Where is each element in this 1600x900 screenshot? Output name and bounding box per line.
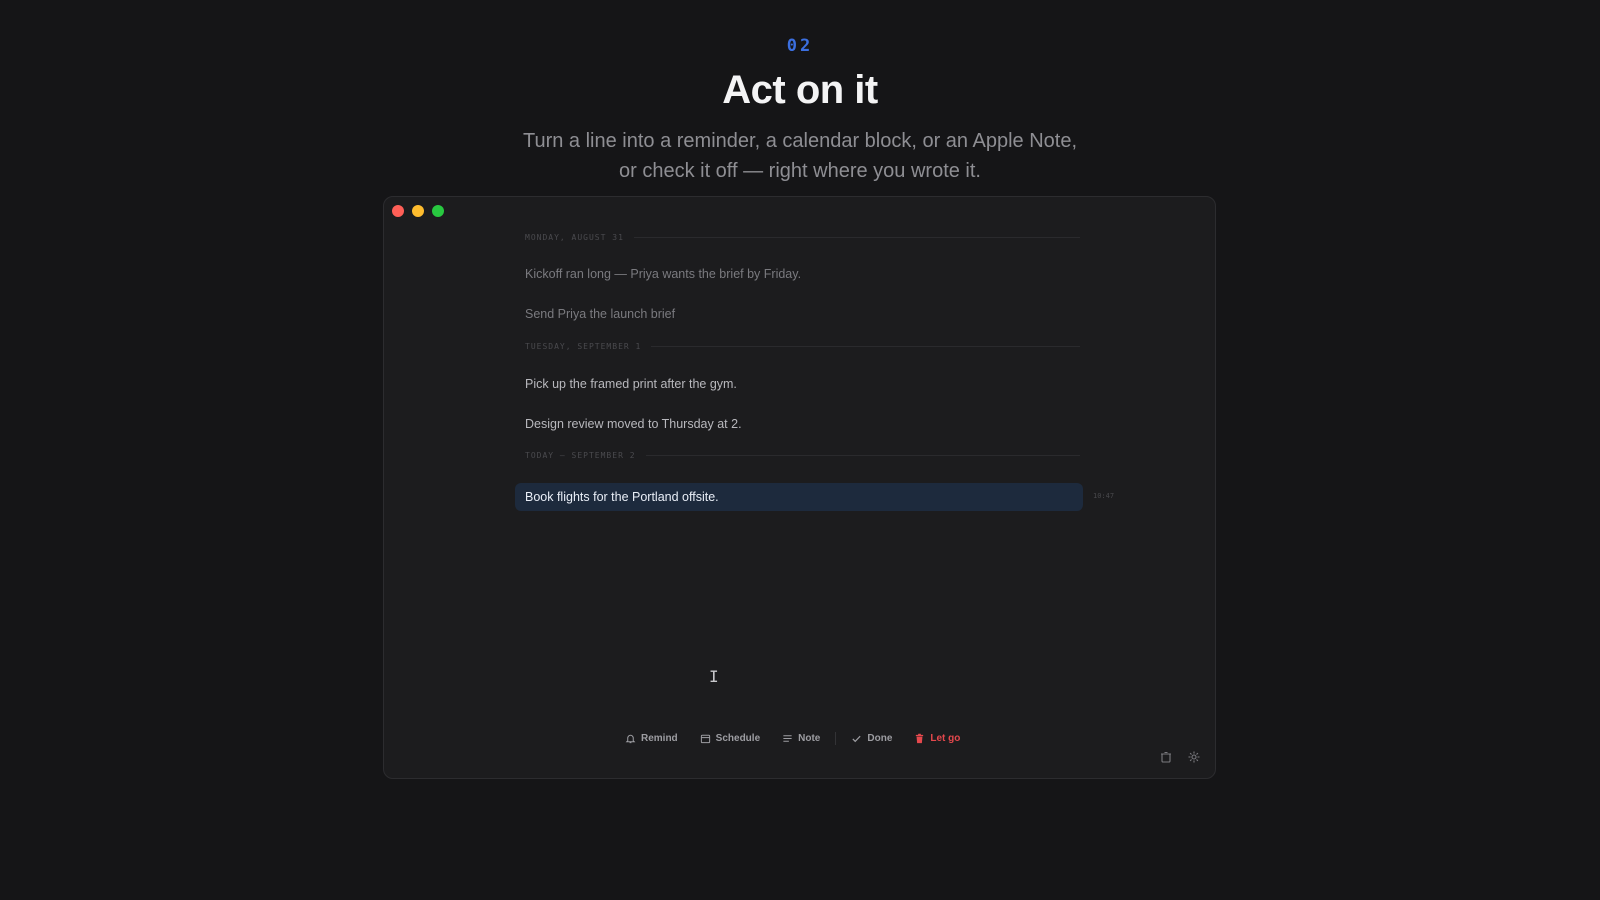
note-label: Note (798, 732, 821, 744)
subtitle-line-1: Turn a line into a reminder, a calendar … (522, 130, 1078, 152)
step-number: 02 (786, 36, 814, 56)
day-header-monday: MONDAY, AUGUST 31 (525, 230, 1080, 244)
entry-timestamp: 10:47 (1093, 492, 1115, 500)
window-controls (392, 205, 444, 217)
day-header-label: TUESDAY, SEPTEMBER 1 (525, 341, 642, 351)
window-footer-icons (1159, 750, 1201, 764)
let-go-label: Let go (930, 732, 961, 744)
note-lines-icon (783, 734, 792, 742)
action-separator (835, 731, 837, 745)
app-window: MONDAY, AUGUST 31 Kickoff ran long — Pri… (383, 196, 1216, 779)
checkmark-icon (852, 735, 861, 742)
bell-icon (625, 734, 636, 743)
day-header-label: TODAY — SEPTEMBER 2 (525, 450, 636, 460)
day-header-today: TODAY — SEPTEMBER 2 (525, 448, 1080, 462)
minimize-window-button[interactable] (412, 205, 424, 217)
schedule-label: Schedule (715, 732, 761, 744)
journal-entry[interactable]: Kickoff ran long — Priya wants the brief… (525, 267, 801, 281)
day-divider (633, 236, 1080, 238)
gear-icon[interactable] (1187, 750, 1201, 764)
schedule-button[interactable]: Schedule (691, 727, 769, 749)
done-button[interactable]: Done (842, 727, 901, 749)
day-divider (645, 454, 1080, 456)
section-subtitle: Turn a line into a reminder, a calendar … (0, 126, 1600, 186)
day-header-label: MONDAY, AUGUST 31 (525, 232, 624, 242)
subtitle-line-2: or check it off — right where you wrote … (618, 160, 981, 182)
journal-entry[interactable]: Pick up the framed print after the gym. (525, 377, 737, 391)
day-header-tuesday: TUESDAY, SEPTEMBER 1 (525, 339, 1080, 353)
archive-icon[interactable] (1159, 750, 1173, 764)
remind-button[interactable]: Remind (616, 727, 687, 749)
calendar-icon (700, 734, 710, 743)
action-bar: Remind Schedule Note Done Let go (616, 726, 969, 750)
done-label: Done (867, 732, 893, 744)
journal-entry[interactable]: Design review moved to Thursday at 2. (525, 417, 742, 431)
remind-label: Remind (641, 732, 678, 744)
note-button[interactable]: Note (773, 727, 829, 749)
day-divider (651, 345, 1080, 347)
journal-entry[interactable]: Send Priya the launch brief (525, 307, 675, 321)
close-window-button[interactable] (392, 205, 404, 217)
text-cursor-icon: I (709, 667, 719, 686)
let-go-button[interactable]: Let go (905, 727, 969, 749)
zoom-window-button[interactable] (432, 205, 444, 217)
selected-journal-entry[interactable]: Book flights for the Portland offsite. (515, 483, 1083, 511)
section-title: Act on it (722, 68, 878, 112)
trash-icon (916, 733, 924, 743)
